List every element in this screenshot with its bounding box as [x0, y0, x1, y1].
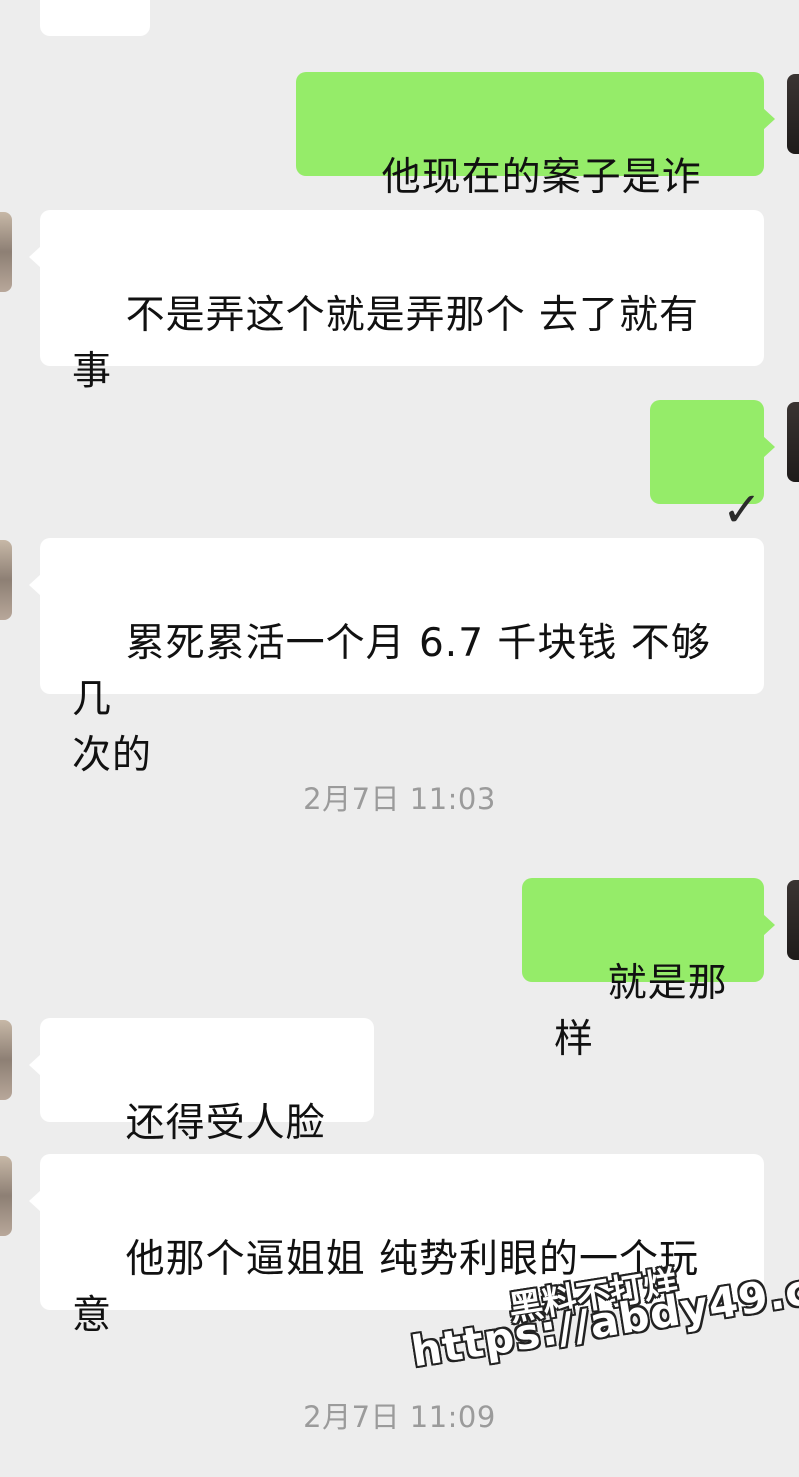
message-bubble-incoming[interactable]: 恩 — [40, 0, 150, 36]
message-timestamp: 2月7日 11:09 — [303, 1400, 496, 1434]
message-text: 不是弄这个就是弄那个 去了就有 事 — [72, 293, 699, 394]
message-bubble-outgoing[interactable]: 他现在的案子是诈骗 — [296, 72, 775, 256]
message-timestamp: 2月7日 11:03 — [303, 782, 496, 816]
avatar[interactable] — [0, 540, 12, 620]
message-bubble-incoming[interactable]: 还得受人脸色 — [29, 1018, 374, 1202]
avatar[interactable] — [787, 880, 799, 960]
message-text: 累死累活一个月 6.7 千块钱 不够几 次的 — [72, 621, 711, 778]
message-bubble-incoming[interactable]: 累死累活一个月 6.7 千块钱 不够几 次的 — [29, 538, 764, 778]
message-bubble-incoming[interactable]: 不是弄这个就是弄那个 去了就有 事 — [29, 210, 764, 394]
avatar[interactable] — [0, 1156, 12, 1236]
check-icon: ✓ — [721, 482, 764, 538]
chat-area[interactable]: 恩 他现在的案子是诈骗 不是弄这个就是弄那个 去了就有 事 ✓ 累死累活一个月 … — [0, 0, 799, 1477]
avatar[interactable] — [787, 402, 799, 482]
message-bubble-outgoing[interactable]: 就是那样 — [522, 878, 775, 1062]
message-bubble-outgoing[interactable]: ✓ — [650, 400, 775, 538]
avatar[interactable] — [787, 74, 799, 154]
avatar[interactable] — [0, 1020, 12, 1100]
avatar[interactable] — [0, 212, 12, 292]
message-text: 就是那样 — [554, 961, 728, 1062]
